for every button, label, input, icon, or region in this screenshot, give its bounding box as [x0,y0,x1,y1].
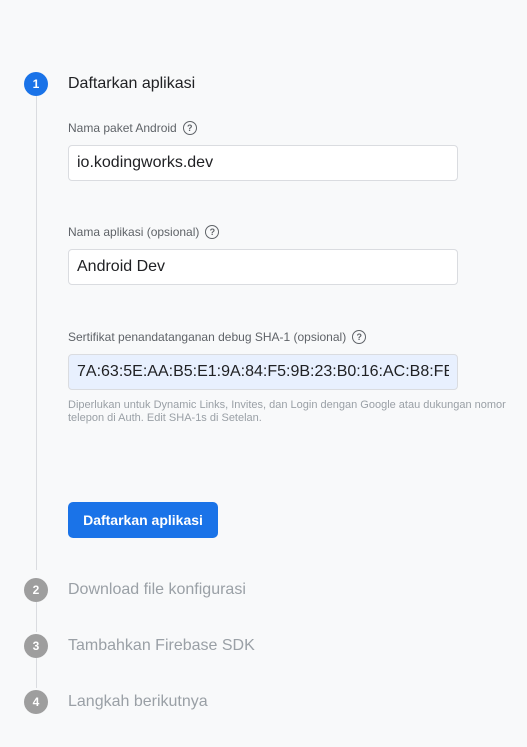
step-1-number: 1 [24,72,48,96]
sha1-label-text: Sertifikat penandatanganan debug SHA-1 (… [68,330,347,344]
package-name-input[interactable] [68,145,458,181]
package-name-label-text: Nama paket Android [68,121,177,135]
app-name-input[interactable] [68,249,458,285]
sha1-helper-text: Diperlukan untuk Dynamic Links, Invites,… [68,399,506,424]
sha1-input[interactable] [68,354,458,390]
step-connector-line [36,658,37,688]
help-circle-icon[interactable]: ? [205,225,220,239]
step-3-number: 3 [24,634,48,658]
firebase-add-android-app-page: 1 Daftarkan aplikasi Nama paket Android … [0,0,527,747]
register-app-button[interactable]: Daftarkan aplikasi [68,502,218,538]
step-connector-line [36,602,37,632]
app-name-label: Nama aplikasi (opsional) ? [68,224,220,240]
step-2-number: 2 [24,578,48,602]
step-4-title[interactable]: Langkah berikutnya [68,692,208,712]
app-name-label-text: Nama aplikasi (opsional) [68,225,200,239]
help-circle-icon[interactable]: ? [352,330,367,344]
step-2-title[interactable]: Download file konfigurasi [68,580,246,600]
step-connector-line [36,96,37,570]
help-circle-icon[interactable]: ? [182,121,197,135]
step-3-title[interactable]: Tambahkan Firebase SDK [68,636,255,656]
package-name-label: Nama paket Android ? [68,120,197,136]
sha1-label: Sertifikat penandatanganan debug SHA-1 (… [68,329,367,345]
step-4-number: 4 [24,690,48,714]
step-1-title: Daftarkan aplikasi [68,75,196,92]
